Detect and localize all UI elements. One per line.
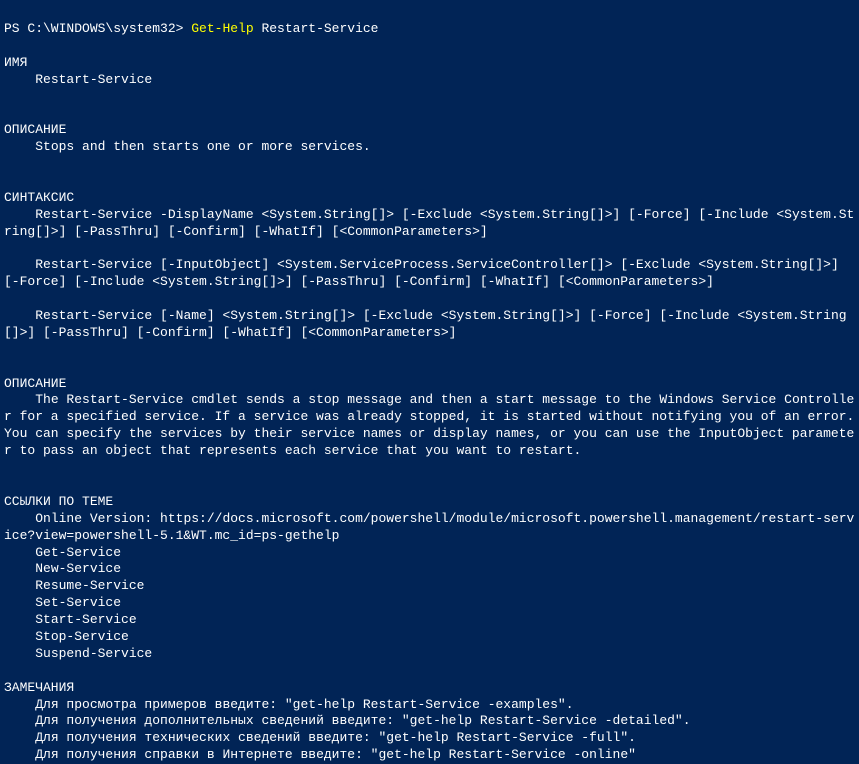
link-item: Resume-Service bbox=[35, 578, 144, 593]
name-content: Restart-Service bbox=[35, 72, 152, 87]
syntax-line3: Restart-Service [-Name] <System.String[]… bbox=[4, 308, 847, 340]
link-item: Start-Service bbox=[35, 612, 136, 627]
link-item: Set-Service bbox=[35, 595, 121, 610]
section-name-header: ИМЯ bbox=[4, 55, 27, 70]
link-item: Suspend-Service bbox=[35, 646, 152, 661]
link-item: Stop-Service bbox=[35, 629, 129, 644]
section-syntax-header: СИНТАКСИС bbox=[4, 190, 74, 205]
powershell-terminal[interactable]: PS C:\WINDOWS\system32> Get-Help Restart… bbox=[4, 4, 855, 764]
syntax-line1: Restart-Service -DisplayName <System.Str… bbox=[4, 207, 854, 239]
link-item: Online Version: https://docs.microsoft.c… bbox=[4, 511, 854, 543]
desc2-content: The Restart-Service cmdlet sends a stop … bbox=[4, 392, 859, 458]
remark-item: Для просмотра примеров введите: "get-hel… bbox=[35, 697, 573, 712]
section-links-header: ССЫЛКИ ПО ТЕМЕ bbox=[4, 494, 113, 509]
section-remarks-header: ЗАМЕЧАНИЯ bbox=[4, 680, 74, 695]
remark-item: Для получения справки в Интернете введит… bbox=[35, 747, 636, 762]
remark-item: Для получения дополнительных сведений вв… bbox=[35, 713, 690, 728]
link-item: New-Service bbox=[35, 561, 121, 576]
desc1-content: Stops and then starts one or more servic… bbox=[35, 139, 370, 154]
section-desc2-header: ОПИСАНИЕ bbox=[4, 376, 66, 391]
syntax-line2: Restart-Service [-InputObject] <System.S… bbox=[4, 257, 847, 289]
prompt-line: PS C:\WINDOWS\system32> Get-Help Restart… bbox=[4, 21, 378, 36]
command-argument: Restart-Service bbox=[254, 21, 379, 36]
prompt-prefix: PS C:\WINDOWS\system32> bbox=[4, 21, 191, 36]
section-desc1-header: ОПИСАНИЕ bbox=[4, 122, 66, 137]
link-item: Get-Service bbox=[35, 545, 121, 560]
command-name: Get-Help bbox=[191, 21, 253, 36]
remark-item: Для получения технических сведений введи… bbox=[35, 730, 636, 745]
